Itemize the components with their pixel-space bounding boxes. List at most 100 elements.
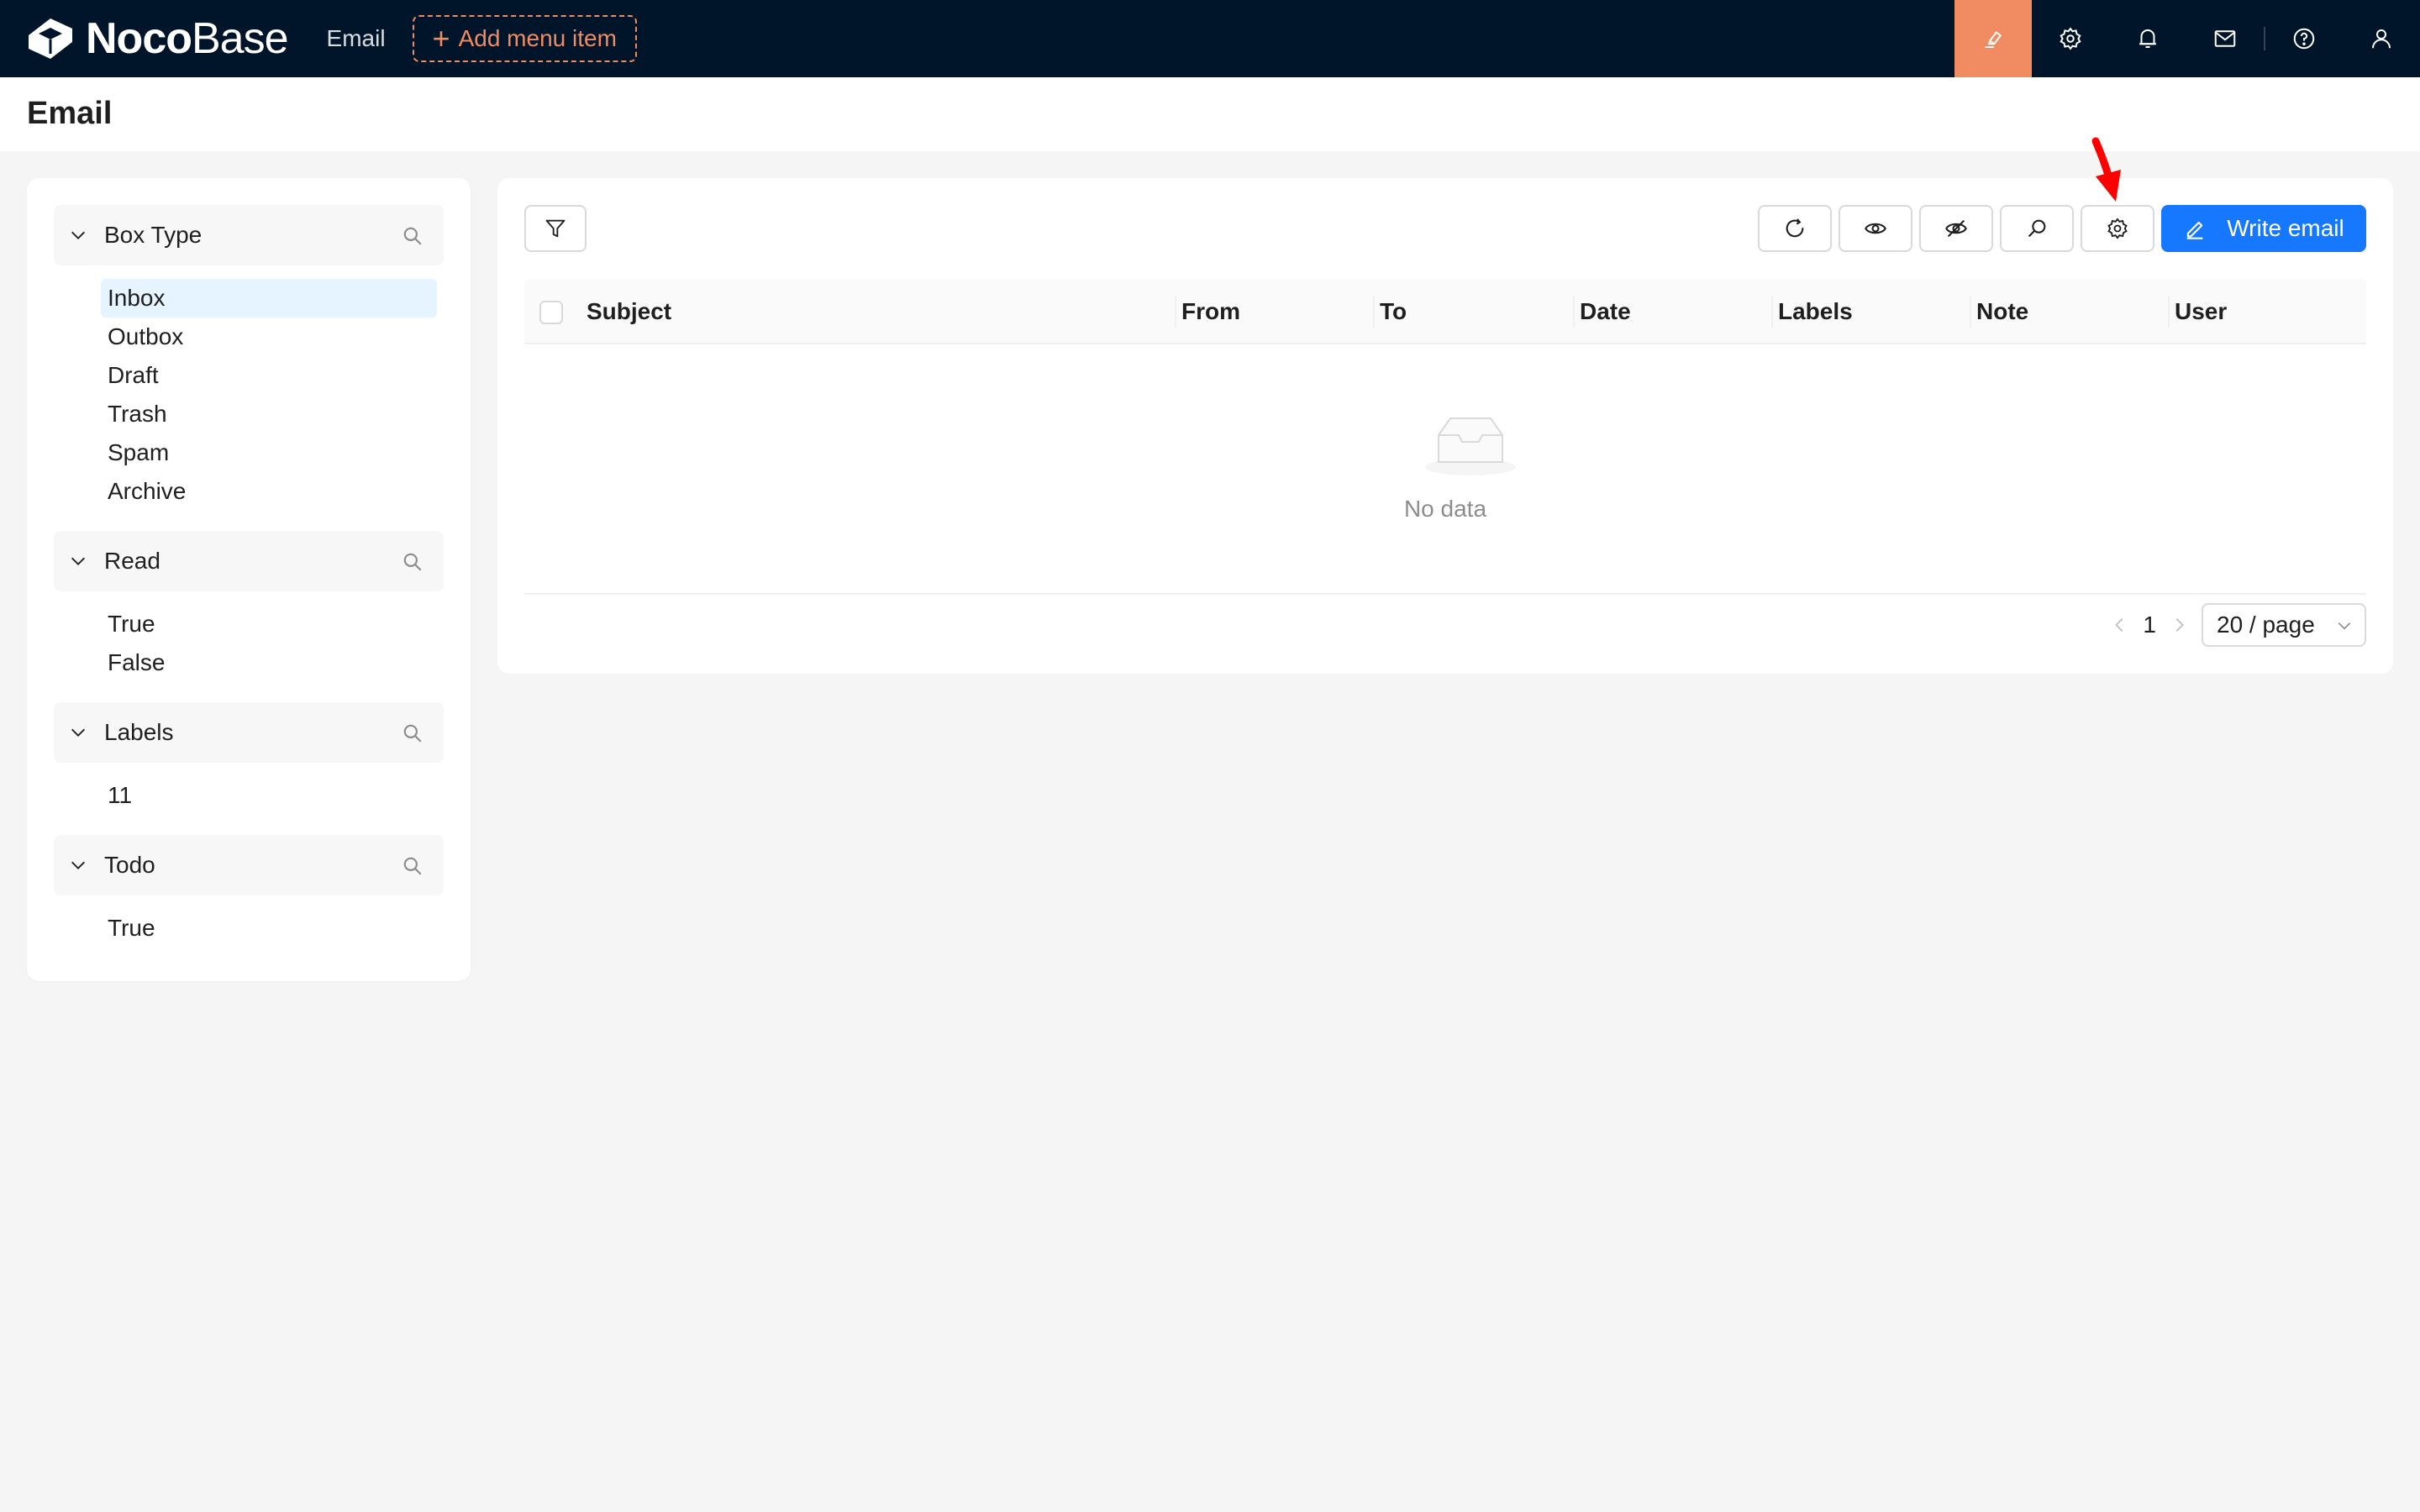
filter-items: True False bbox=[54, 591, 444, 687]
current-page[interactable]: 1 bbox=[2143, 612, 2156, 638]
filter-title: Labels bbox=[104, 719, 174, 745]
filter-header[interactable]: Labels bbox=[54, 702, 444, 763]
filter-group-box-type: Box Type Inbox Outbox Draft Trash Spam A… bbox=[54, 205, 444, 516]
search-icon[interactable] bbox=[402, 722, 424, 744]
column-header-note[interactable]: Note bbox=[1976, 279, 2028, 344]
filter-item-outbox[interactable]: Outbox bbox=[101, 318, 437, 356]
search-icon[interactable] bbox=[402, 551, 424, 573]
filter-item-trash[interactable]: Trash bbox=[101, 395, 437, 433]
column-divider bbox=[1373, 296, 1375, 328]
table-header: Subject From To Date Labels Note User bbox=[524, 279, 2366, 344]
column-divider bbox=[1771, 296, 1773, 328]
ui-editor-button[interactable] bbox=[1954, 0, 2032, 77]
filter-title: Read bbox=[104, 548, 160, 574]
column-divider bbox=[1970, 296, 1971, 328]
refresh-button[interactable] bbox=[1758, 205, 1832, 252]
search-icon[interactable] bbox=[402, 855, 424, 877]
search-icon[interactable] bbox=[402, 225, 424, 247]
filter-item-spam[interactable]: Spam bbox=[101, 433, 437, 472]
filter-item-true[interactable]: True bbox=[101, 909, 437, 948]
column-header-date[interactable]: Date bbox=[1580, 279, 1631, 344]
page-title: Email bbox=[27, 96, 113, 131]
eye-icon bbox=[1865, 223, 1886, 234]
empty-state: No data bbox=[524, 344, 2366, 595]
nav-item-email[interactable]: Email bbox=[327, 25, 386, 52]
top-navbar: NocoBase Email + Add menu item bbox=[0, 0, 2420, 77]
filter-group-read: Read True False bbox=[54, 531, 444, 687]
help-icon bbox=[2293, 28, 2315, 50]
empty-inbox-icon bbox=[1425, 417, 1516, 475]
chevron-down-icon bbox=[71, 861, 85, 869]
user-icon bbox=[2372, 29, 2391, 49]
filter-title: Todo bbox=[104, 852, 155, 878]
filter-group-labels: Labels 11 bbox=[54, 702, 444, 820]
column-header-to[interactable]: To bbox=[1380, 279, 1407, 344]
search-icon bbox=[2028, 219, 2046, 238]
bell-icon bbox=[2139, 29, 2156, 48]
highlighter-icon bbox=[1985, 31, 2002, 48]
filter-button[interactable] bbox=[524, 205, 587, 252]
nocobase-logo-icon bbox=[29, 18, 72, 59]
settings-button[interactable] bbox=[2081, 205, 2154, 252]
column-header-subject[interactable]: Subject bbox=[587, 279, 671, 344]
chevron-down-icon bbox=[71, 557, 85, 565]
column-divider bbox=[1573, 296, 1575, 328]
chevron-right-icon[interactable] bbox=[2170, 616, 2188, 634]
chevron-left-icon[interactable] bbox=[2111, 616, 2129, 634]
filter-item-archive[interactable]: Archive bbox=[101, 472, 437, 511]
top-right-actions bbox=[1954, 0, 2420, 77]
chevron-down-icon bbox=[71, 728, 85, 737]
filter-title: Box Type bbox=[104, 222, 203, 248]
empty-text: No data bbox=[1403, 496, 1487, 522]
app-logo[interactable]: NocoBase bbox=[25, 0, 289, 77]
eye-off-icon bbox=[1945, 219, 1967, 238]
chevron-down-icon bbox=[2338, 622, 2351, 630]
column-header-user[interactable]: User bbox=[2175, 279, 2227, 344]
help-button[interactable] bbox=[2265, 0, 2343, 77]
filter-item-false[interactable]: False bbox=[101, 643, 437, 682]
select-all-checkbox[interactable] bbox=[539, 301, 563, 324]
add-menu-item-label: Add menu item bbox=[458, 25, 617, 51]
filter-items: True bbox=[54, 895, 444, 953]
mark-unread-button[interactable] bbox=[1919, 205, 1993, 252]
mail-icon bbox=[2214, 30, 2236, 47]
page-header: Email bbox=[0, 77, 2420, 151]
email-table-card: Write email Subject From To Date Labels … bbox=[497, 178, 2393, 674]
filter-item-true[interactable]: True bbox=[101, 605, 437, 643]
mail-button[interactable] bbox=[2186, 0, 2264, 77]
settings-button[interactable] bbox=[2032, 0, 2109, 77]
logo-text: NocoBase bbox=[86, 14, 289, 63]
filter-icon bbox=[545, 219, 566, 238]
page-size-select[interactable]: 20 / page bbox=[2202, 603, 2366, 647]
plus-icon: + bbox=[432, 21, 450, 55]
chevron-down-icon bbox=[71, 231, 85, 239]
filter-header[interactable]: Todo bbox=[54, 835, 444, 895]
add-menu-item-button[interactable]: + Add menu item bbox=[412, 15, 637, 62]
user-menu-button[interactable] bbox=[2343, 0, 2420, 77]
edit-icon bbox=[2186, 221, 2203, 239]
refresh-icon bbox=[1786, 218, 1804, 238]
gear-icon bbox=[2107, 218, 2128, 239]
column-divider bbox=[1175, 296, 1176, 328]
page-size-value: 20 / page bbox=[2217, 612, 2315, 638]
annotation-arrow-icon bbox=[2091, 137, 2121, 202]
column-divider bbox=[2168, 296, 2170, 328]
filter-item-label[interactable]: 11 bbox=[101, 776, 437, 815]
filter-items: Inbox Outbox Draft Trash Spam Archive bbox=[54, 265, 444, 516]
mark-read-button[interactable] bbox=[1839, 205, 1912, 252]
filter-header[interactable]: Read bbox=[54, 531, 444, 591]
notifications-button[interactable] bbox=[2109, 0, 2186, 77]
filter-sidebar: Box Type Inbox Outbox Draft Trash Spam A… bbox=[27, 178, 471, 981]
write-email-button[interactable]: Write email bbox=[2161, 205, 2366, 252]
filter-group-todo: Todo True bbox=[54, 835, 444, 953]
filter-header[interactable]: Box Type bbox=[54, 205, 444, 265]
column-header-labels[interactable]: Labels bbox=[1778, 279, 1853, 344]
filter-item-draft[interactable]: Draft bbox=[101, 356, 437, 395]
search-button[interactable] bbox=[2000, 205, 2074, 252]
write-email-label: Write email bbox=[2227, 215, 2344, 241]
pagination: 1 20 / page bbox=[2111, 603, 2366, 647]
filter-items: 11 bbox=[54, 763, 444, 820]
column-header-from[interactable]: From bbox=[1181, 279, 1240, 344]
filter-item-inbox[interactable]: Inbox bbox=[101, 279, 437, 318]
gear-icon bbox=[2060, 27, 2081, 50]
